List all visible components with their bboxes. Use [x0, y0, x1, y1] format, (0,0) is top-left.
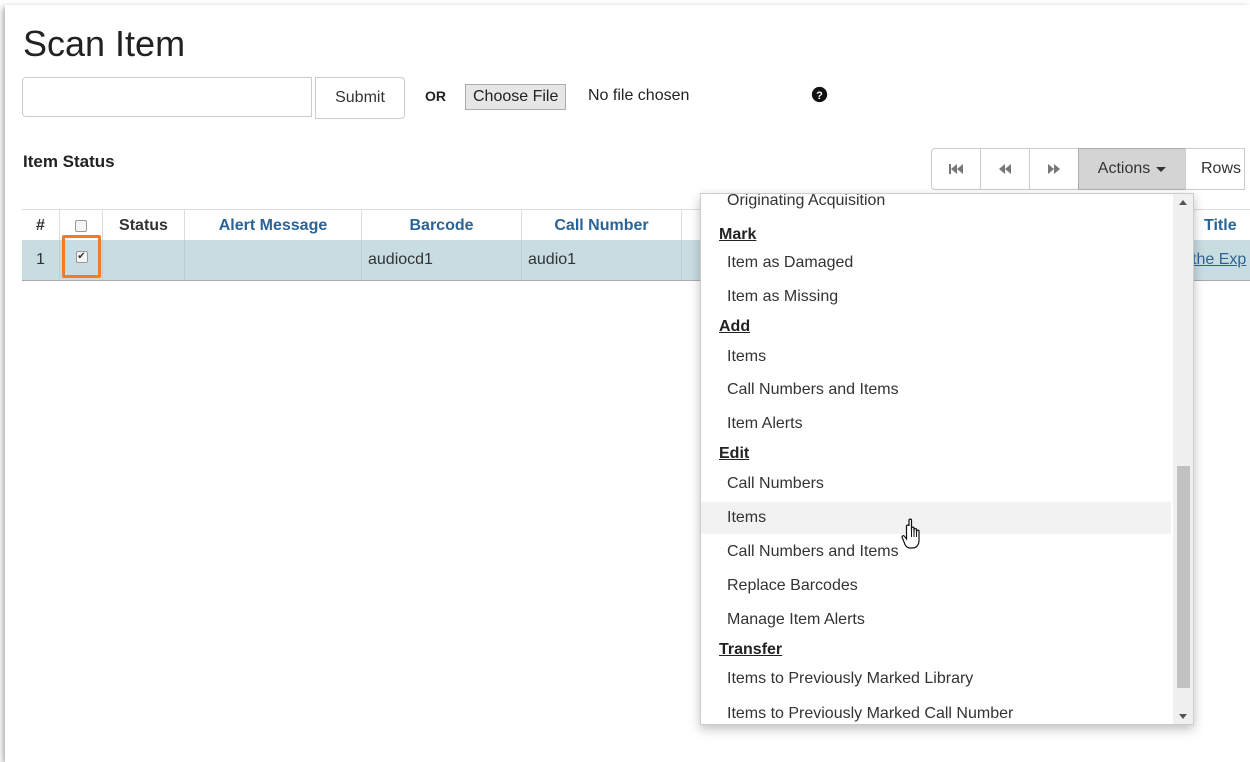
choose-file-button[interactable]: Choose File [465, 84, 567, 110]
header-alert-message[interactable]: Alert Message [185, 210, 362, 241]
menu-heading-edit: Edit [719, 445, 750, 462]
menu-item-manage-item-alerts[interactable]: Manage Item Alerts [701, 604, 1171, 636]
question-circle-icon[interactable]: ? [811, 86, 828, 103]
menu-heading-add: Add [719, 318, 751, 335]
row-title-link[interactable]: the Exp [1192, 240, 1250, 280]
select-all-checkbox[interactable] [75, 219, 87, 232]
scan-item-input[interactable] [22, 77, 312, 117]
previous-page-button[interactable] [980, 148, 1030, 190]
hand-pointer-cursor-icon [901, 518, 920, 549]
row-checkbox-highlight: ✔ [62, 235, 101, 278]
menu-item-transfer-to-call-number[interactable]: Items to Previously Marked Call Number [701, 698, 1171, 724]
menu-item-edit-items[interactable]: Items [701, 502, 1171, 534]
menu-item-mark-damaged[interactable]: Item as Damaged [701, 247, 1171, 279]
next-page-icon [1048, 164, 1060, 174]
submit-button[interactable]: Submit [315, 77, 405, 119]
scrollbar-thumb[interactable] [1177, 466, 1190, 688]
row-barcode: audiocd1 [362, 240, 522, 280]
actions-button[interactable]: Actions [1078, 148, 1186, 190]
menu-item-replace-barcodes[interactable]: Replace Barcodes [701, 570, 1171, 602]
header-status[interactable]: Status [103, 210, 185, 241]
page-title: Scan Item [23, 23, 186, 64]
menu-item-edit-call-numbers-and-items[interactable]: Call Numbers and Items [701, 536, 1171, 568]
menu-item-add-call-numbers-and-items[interactable]: Call Numbers and Items [701, 374, 1171, 406]
scroll-down-arrow-icon[interactable] [1173, 708, 1193, 724]
first-page-icon [949, 164, 963, 174]
menu-item-originating-acquisition[interactable]: Originating Acquisition [701, 194, 1171, 217]
page-frame: Scan Item Submit OR Choose File No file … [5, 5, 1250, 762]
header-index: # [22, 210, 60, 241]
item-status-heading: Item Status [23, 152, 115, 171]
no-file-chosen-text: No file chosen [588, 87, 690, 104]
row-alert-message [185, 240, 362, 280]
header-barcode[interactable]: Barcode [362, 210, 522, 241]
first-page-button[interactable] [931, 148, 981, 190]
header-call-number[interactable]: Call Number [522, 210, 682, 241]
actions-dropdown-menu: Originating Acquisition Mark Item as Dam… [700, 193, 1194, 725]
menu-item-add-item-alerts[interactable]: Item Alerts [701, 408, 1171, 440]
menu-item-mark-missing[interactable]: Item as Missing [701, 281, 1171, 313]
next-page-button[interactable] [1029, 148, 1079, 190]
dropdown-scrollbar[interactable] [1173, 194, 1193, 724]
grid-toolbar: Actions Rows [931, 148, 1245, 192]
previous-page-icon [999, 164, 1011, 174]
menu-heading-transfer: Transfer [719, 641, 783, 658]
or-label: OR [425, 88, 446, 104]
menu-item-add-items[interactable]: Items [701, 341, 1171, 373]
row-call-number: audio1 [522, 240, 682, 280]
row-checkbox[interactable]: ✔ [75, 250, 88, 263]
scroll-up-arrow-icon[interactable] [1173, 194, 1193, 210]
row-index: 1 [22, 240, 60, 280]
menu-heading-mark: Mark [719, 226, 757, 243]
menu-item-edit-call-numbers[interactable]: Call Numbers [701, 468, 1171, 500]
svg-text:?: ? [816, 90, 823, 102]
menu-item-transfer-to-library[interactable]: Items to Previously Marked Library [701, 663, 1171, 695]
rows-button[interactable]: Rows [1185, 148, 1245, 190]
row-status [103, 240, 185, 280]
actions-label: Actions [1097, 160, 1151, 177]
caret-down-icon [1156, 166, 1167, 172]
header-title[interactable]: Title [1192, 210, 1250, 241]
